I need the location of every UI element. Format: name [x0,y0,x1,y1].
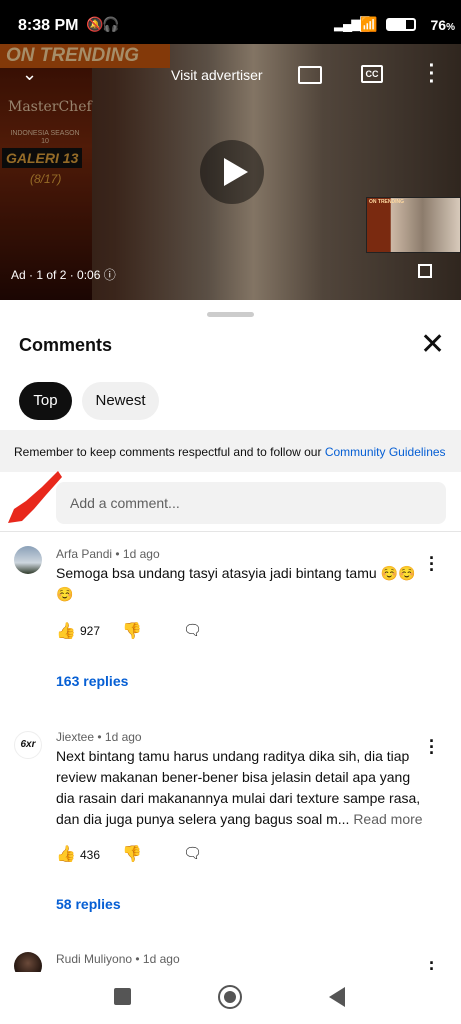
comment-text: Semoga bsa undang tasyi atasyia jadi bin… [56,565,416,602]
home-icon[interactable] [218,985,242,1009]
video-player[interactable]: MasterChef INDONESIA SEASON 10 GALERI 13… [0,44,461,300]
dislike-icon[interactable]: 👎 [122,844,142,864]
thumbnail-label: ON TRENDING [369,199,404,205]
tab-newest[interactable]: Newest [82,382,159,420]
mute-notification-icon: 🔕 [86,16,104,32]
headphones-icon: 🎧 [102,16,120,32]
visit-advertiser-link[interactable]: Visit advertiser [171,67,263,83]
captions-button[interactable]: CC [361,65,383,83]
avatar[interactable] [14,546,42,574]
replies-link[interactable]: 58 replies [56,896,121,912]
recents-icon[interactable] [114,988,131,1005]
video-thumbnail-preview[interactable]: ON TRENDING [366,197,461,253]
battery-icon [386,18,416,31]
battery-level: 76% [430,17,455,33]
comment-time: 1d ago [142,952,180,966]
read-more-link[interactable]: Read more [353,811,422,827]
comment-author: Rudi Muliyono [56,952,133,966]
comment-meta: Rudi Muliyono • 1d ago [56,952,180,966]
ad-info: Ad · 1 of 2 · 0:06 ⓘ [11,268,116,282]
comment-author: Arfa Pandi [56,547,113,561]
comments-sheet: Comments ✕ Top Newest Remember to keep c… [0,300,461,982]
dislike-icon[interactable]: 👎 [122,621,142,641]
reply-icon[interactable]: 🗨 [183,844,202,862]
comment-author: Jiextee [56,730,95,744]
close-icon[interactable]: ✕ [420,330,445,360]
reply-icon[interactable]: 🗨 [183,621,202,639]
avatar[interactable]: 6xr [14,731,42,759]
comment-text: Next bintang tamu harus undang raditya d… [56,748,423,827]
tab-top[interactable]: Top [19,382,72,420]
add-comment-input[interactable]: Add a comment... [56,482,446,524]
comment-time: 1d ago [122,547,160,561]
comment-more-icon[interactable]: ··· [426,732,438,762]
status-time: 8:38 PM [18,17,79,34]
like-icon[interactable]: 👍 [56,621,76,641]
drag-handle[interactable] [207,312,254,317]
like-count: 927 [80,624,101,638]
more-options-icon[interactable]: · · · [425,56,439,92]
back-icon[interactable] [329,987,345,1007]
community-guidelines-link[interactable]: Community Guidelines [325,445,446,459]
comment-more-icon[interactable]: ··· [426,549,438,579]
comment-meta: Jiextee • 1d ago [56,730,142,744]
like-icon[interactable]: 👍 [56,844,76,864]
divider [0,531,461,532]
like-count: 436 [80,848,101,862]
fullscreen-icon[interactable] [418,264,432,278]
replies-link[interactable]: 163 replies [56,673,128,689]
wifi-icon: 📶 [360,16,378,32]
comment-meta: Arfa Pandi • 1d ago [56,547,160,561]
info-icon: ⓘ [103,268,116,282]
sheet-title: Comments [19,335,113,355]
comment-time: 1d ago [104,730,142,744]
play-button[interactable] [200,140,264,204]
cast-icon[interactable] [298,66,322,84]
minimize-chevron-icon[interactable]: ⌄ [22,64,37,85]
status-bar: 8:38 PM 🔕 🎧 ▂▄▆█ 📶 76% [0,0,461,44]
system-nav-bar [0,972,461,1024]
